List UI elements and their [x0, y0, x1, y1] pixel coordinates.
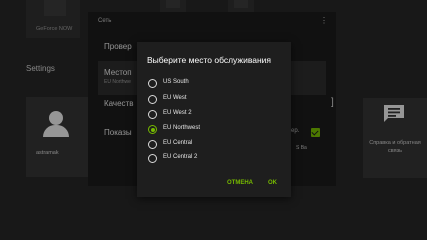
radio-button[interactable] [148, 95, 157, 104]
option-label: EU Central 2 [163, 154, 198, 160]
radio-button[interactable] [148, 79, 157, 88]
option-eu-west-2[interactable]: EU West 2 [148, 109, 278, 121]
option-eu-west[interactable]: EU West [148, 94, 278, 106]
option-eu-northwest[interactable]: EU Northwest [148, 124, 278, 136]
cancel-button[interactable]: ОТМЕНА [227, 180, 253, 186]
option-eu-central-2[interactable]: EU Central 2 [148, 153, 278, 165]
radio-button-selected[interactable] [148, 125, 157, 134]
option-us-south[interactable]: US South [148, 78, 278, 90]
option-label: EU West 2 [163, 110, 192, 116]
radio-button[interactable] [148, 110, 157, 119]
option-label: US South [163, 79, 189, 85]
option-label: EU Central [163, 140, 193, 146]
radio-button[interactable] [148, 140, 157, 149]
server-location-dialog: Выберите место обслуживания US South EU … [137, 42, 291, 197]
radio-button[interactable] [148, 154, 157, 163]
ok-button[interactable]: OK [268, 180, 277, 186]
option-label: EU West [163, 95, 187, 101]
option-label: EU Northwest [163, 125, 201, 131]
option-eu-central[interactable]: EU Central [148, 139, 278, 151]
dialog-title: Выберите место обслуживания [147, 55, 272, 65]
